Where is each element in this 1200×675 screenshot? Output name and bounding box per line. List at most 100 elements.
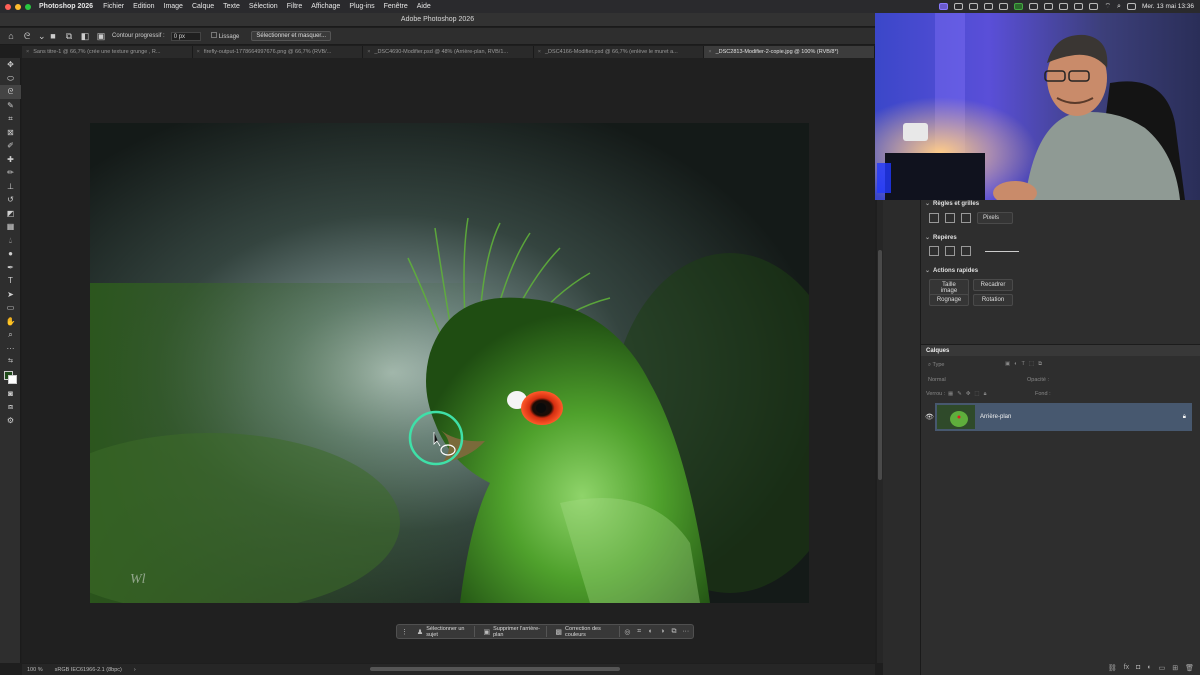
menu-affichage[interactable]: Affichage xyxy=(311,3,340,10)
lock-all-icon[interactable]: 🔒︎ xyxy=(984,391,987,398)
marquee-tool-icon[interactable]: ⬭ xyxy=(0,72,21,86)
quick-mask-icon[interactable]: ◙ xyxy=(0,387,21,401)
lock-transparency-icon[interactable]: ▦ xyxy=(948,391,953,398)
section-quick-actions[interactable]: ⌄ Actions rapides xyxy=(925,267,978,275)
layers-panel-header[interactable]: Calques xyxy=(921,344,1200,356)
shape-tool-icon[interactable]: ▭ xyxy=(0,301,21,315)
mask-icon[interactable]: ◐ xyxy=(646,628,655,635)
close-icon[interactable]: × xyxy=(367,49,370,55)
background-color-swatch[interactable] xyxy=(8,374,17,384)
clock[interactable]: Mer. 13 mai 13:36 xyxy=(1142,3,1194,10)
pen-tool-icon[interactable]: ✒ xyxy=(0,261,21,275)
color-correction-button[interactable]: ▩ Correction des couleurs xyxy=(550,626,621,638)
close-window-button[interactable] xyxy=(5,3,11,10)
layer-filter[interactable]: ⌕ Type xyxy=(928,362,944,369)
guide-line-style[interactable] xyxy=(985,250,1019,252)
vertical-scrollbar[interactable] xyxy=(878,250,882,480)
close-icon[interactable]: × xyxy=(538,49,541,55)
terminal-icon[interactable] xyxy=(1014,3,1024,10)
home-icon[interactable]: ⌂ xyxy=(6,31,16,41)
menu-fichier[interactable]: Fichier xyxy=(103,3,124,10)
stamp-tool-icon[interactable]: ⊥ xyxy=(0,180,21,194)
eyedropper-tool-icon[interactable]: ✐ xyxy=(0,139,21,153)
healing-tool-icon[interactable]: ✚ xyxy=(0,153,21,167)
status-app-icon[interactable] xyxy=(1029,3,1039,10)
edit-toolbar-icon[interactable]: ⚙ xyxy=(0,414,21,428)
crop-tool-icon[interactable]: ⌗ xyxy=(0,112,21,126)
screen-mode-icon[interactable]: ⧈ xyxy=(0,400,21,414)
menu-filtre[interactable]: Filtre xyxy=(287,3,303,10)
minimize-window-button[interactable] xyxy=(15,3,21,10)
wifi-icon[interactable]: ⌔ xyxy=(1104,2,1111,11)
units-select[interactable]: Pixels xyxy=(977,212,1013,224)
path-select-tool-icon[interactable]: ➤ xyxy=(0,288,21,302)
more-options-icon[interactable]: ··· xyxy=(681,628,690,635)
menu-plugins[interactable]: Plug-ins xyxy=(349,3,374,10)
menu-aide[interactable]: Aide xyxy=(417,3,431,10)
add-mask-icon[interactable]: ◘ xyxy=(1136,664,1140,671)
blend-mode-select[interactable]: Normal xyxy=(928,377,946,383)
status-app-icon[interactable] xyxy=(969,3,979,10)
tab-document[interactable]: × firefly-output-1778664997676.png @ 66,7… xyxy=(192,46,364,58)
new-group-icon[interactable]: ▭ xyxy=(1159,664,1166,672)
select-and-mask-button[interactable]: Sélectionner et masquer... xyxy=(251,31,332,41)
status-app-icon[interactable] xyxy=(1044,3,1054,10)
zoom-tool-icon[interactable]: ⌕ xyxy=(0,328,21,342)
menu-image[interactable]: Image xyxy=(164,3,183,10)
feather-input[interactable]: 0 px xyxy=(170,31,201,41)
status-app-icon[interactable] xyxy=(999,3,1009,10)
tab-document[interactable]: × _DSC4690-Modifier.psd @ 48% (Arrière-pl… xyxy=(363,46,534,58)
frame-tool-icon[interactable]: ⊠ xyxy=(0,126,21,140)
filter-adjust-icon[interactable]: ◐ xyxy=(1014,361,1017,368)
antialias-checkbox[interactable]: Lissage xyxy=(210,32,239,40)
eraser-tool-icon[interactable]: ◩ xyxy=(0,207,21,221)
layers-icon[interactable]: ⧉ xyxy=(670,628,679,636)
subtract-selection-icon[interactable]: ◧ xyxy=(80,31,90,41)
filter-smart-icon[interactable]: ⧉ xyxy=(1038,361,1042,368)
new-layer-icon[interactable]: ⊞ xyxy=(1172,664,1178,672)
status-arrow[interactable]: › xyxy=(134,667,136,673)
link-layers-icon[interactable]: ⛓ xyxy=(1108,664,1117,672)
type-tool-icon[interactable]: T xyxy=(0,274,21,288)
search-icon[interactable]: ⌕ xyxy=(1117,3,1121,11)
generative-icon[interactable]: ◎ xyxy=(623,628,632,636)
status-app-icon[interactable] xyxy=(1089,3,1099,10)
tab-document[interactable]: × Sans titre-1 @ 66,7% (crée une texture … xyxy=(22,46,193,58)
adjustment-layer-icon[interactable]: ◐ xyxy=(1147,664,1151,671)
hand-tool-icon[interactable]: ✋ xyxy=(0,315,21,329)
close-icon[interactable]: × xyxy=(708,49,711,55)
add-selection-icon[interactable]: ⧉ xyxy=(64,31,74,41)
lasso-tool-icon[interactable]: ᘓ xyxy=(0,85,21,99)
lock-icon[interactable]: 🔒︎ xyxy=(1183,414,1186,421)
intersect-selection-icon[interactable]: ▣ xyxy=(96,31,106,41)
tab-document[interactable]: × _DSC4166-Modifier.psd @ 66,7% (enlève l… xyxy=(533,46,705,58)
select-subject-button[interactable]: ♟ Sélectionner un sujet xyxy=(412,626,476,638)
filter-shape-icon[interactable]: ⬚ xyxy=(1029,361,1034,368)
lock-artboard-icon[interactable]: ⬚ xyxy=(974,391,979,398)
menu-edition[interactable]: Edition xyxy=(133,3,154,10)
quick-select-tool-icon[interactable]: ✎ xyxy=(0,99,21,113)
status-app-icon[interactable] xyxy=(1074,3,1084,10)
close-icon[interactable]: × xyxy=(197,49,200,55)
history-brush-icon[interactable]: ↺ xyxy=(0,193,21,207)
horizontal-scrollbar[interactable] xyxy=(370,667,620,671)
adjustment-icon[interactable]: ◑ xyxy=(658,628,667,635)
zoom-window-button[interactable] xyxy=(25,3,31,10)
status-app-icon[interactable] xyxy=(984,3,994,10)
menu-texte[interactable]: Texte xyxy=(223,3,240,10)
new-selection-icon[interactable]: ■ xyxy=(48,31,58,41)
filter-pixel-icon[interactable]: ▣ xyxy=(1005,361,1010,368)
more-tools-icon[interactable]: ··· xyxy=(0,342,21,356)
brush-tool-icon[interactable]: ✏ xyxy=(0,166,21,180)
section-rules-grids[interactable]: ⌄ Règles et grilles xyxy=(925,200,979,208)
crop-icon[interactable]: ⌗ xyxy=(635,628,644,636)
blur-tool-icon[interactable]: 💧︎ xyxy=(0,234,21,248)
color-swatches[interactable] xyxy=(0,369,21,387)
document-canvas[interactable]: Wl xyxy=(90,123,809,603)
trim-button[interactable]: Rognage xyxy=(929,294,969,306)
app-menu[interactable]: Photoshop 2026 xyxy=(39,3,93,10)
zoom-level[interactable]: 100 % xyxy=(27,667,43,673)
lasso-preset-icon[interactable]: ᘓ xyxy=(22,31,32,41)
chevron-down-icon[interactable]: ⌄ xyxy=(38,31,46,41)
swap-colors-icon[interactable]: ⇆ xyxy=(0,355,21,369)
